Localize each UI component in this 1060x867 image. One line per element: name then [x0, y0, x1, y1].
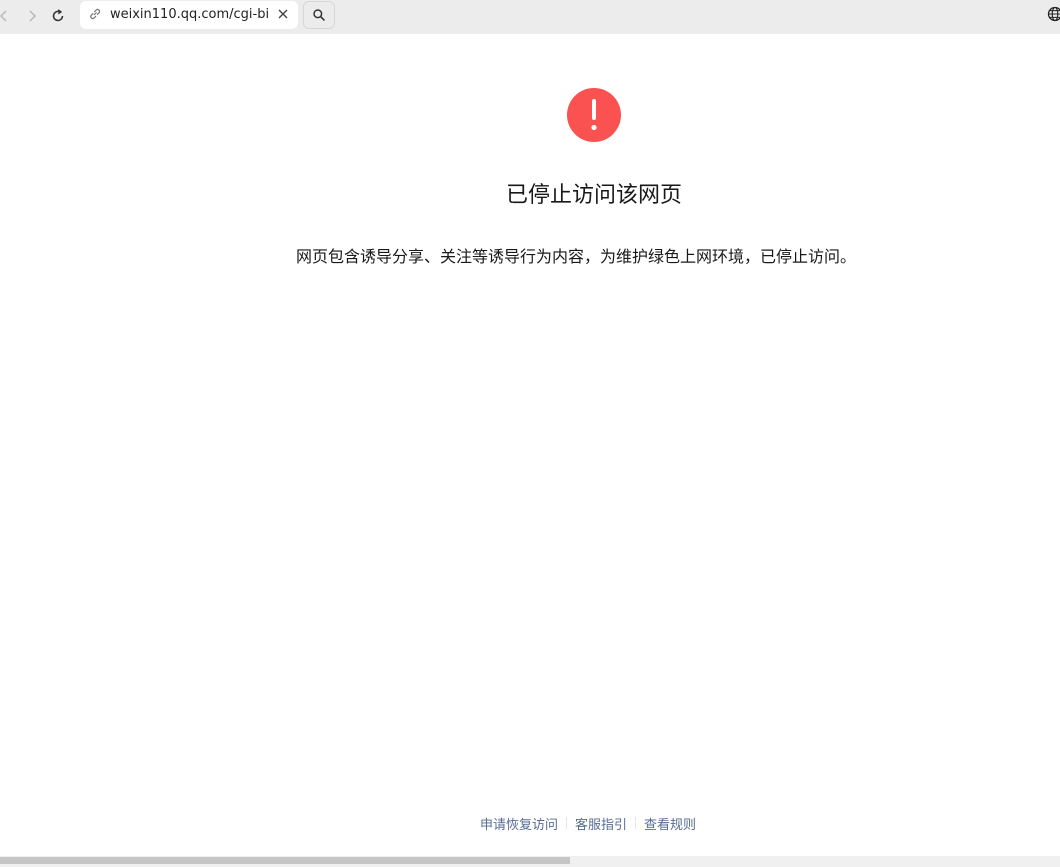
footer-links: 申请恢复访问 客服指引 查看规则: [480, 813, 696, 833]
browser-toolbar: weixin110.qq.com/cgi-bin/mmspamsupport-b…: [0, 0, 1060, 34]
url-text[interactable]: weixin110.qq.com/cgi-bin/mmspamsupport-b…: [110, 6, 268, 24]
scrollbar-thumb[interactable]: [0, 857, 570, 864]
globe-icon[interactable]: [1047, 6, 1060, 22]
forward-button[interactable]: [20, 5, 44, 27]
reload-icon: [52, 9, 64, 22]
reload-button[interactable]: [46, 5, 70, 27]
link-icon: [90, 8, 101, 20]
footer-divider: [566, 817, 568, 829]
search-button[interactable]: [303, 1, 335, 29]
back-button[interactable]: [0, 5, 16, 27]
support-guide-link[interactable]: 客服指引: [575, 814, 627, 833]
appeal-link[interactable]: 申请恢复访问: [480, 814, 558, 833]
horizontal-scrollbar[interactable]: [0, 856, 1060, 867]
chevron-left-icon: [0, 10, 7, 22]
view-rules-link[interactable]: 查看规则: [644, 814, 696, 833]
warning-icon: [567, 88, 621, 142]
search-icon: [313, 9, 325, 21]
page-description: 网页包含诱导分享、关注等诱导行为内容，为维护绿色上网环境，已停止访问。: [296, 247, 857, 266]
page-title: 已停止访问该网页: [505, 183, 682, 208]
address-bar[interactable]: weixin110.qq.com/cgi-bin/mmspamsupport-b…: [80, 1, 298, 29]
chevron-right-icon: [29, 10, 37, 22]
footer-divider: [635, 817, 637, 829]
close-icon[interactable]: [276, 7, 290, 21]
